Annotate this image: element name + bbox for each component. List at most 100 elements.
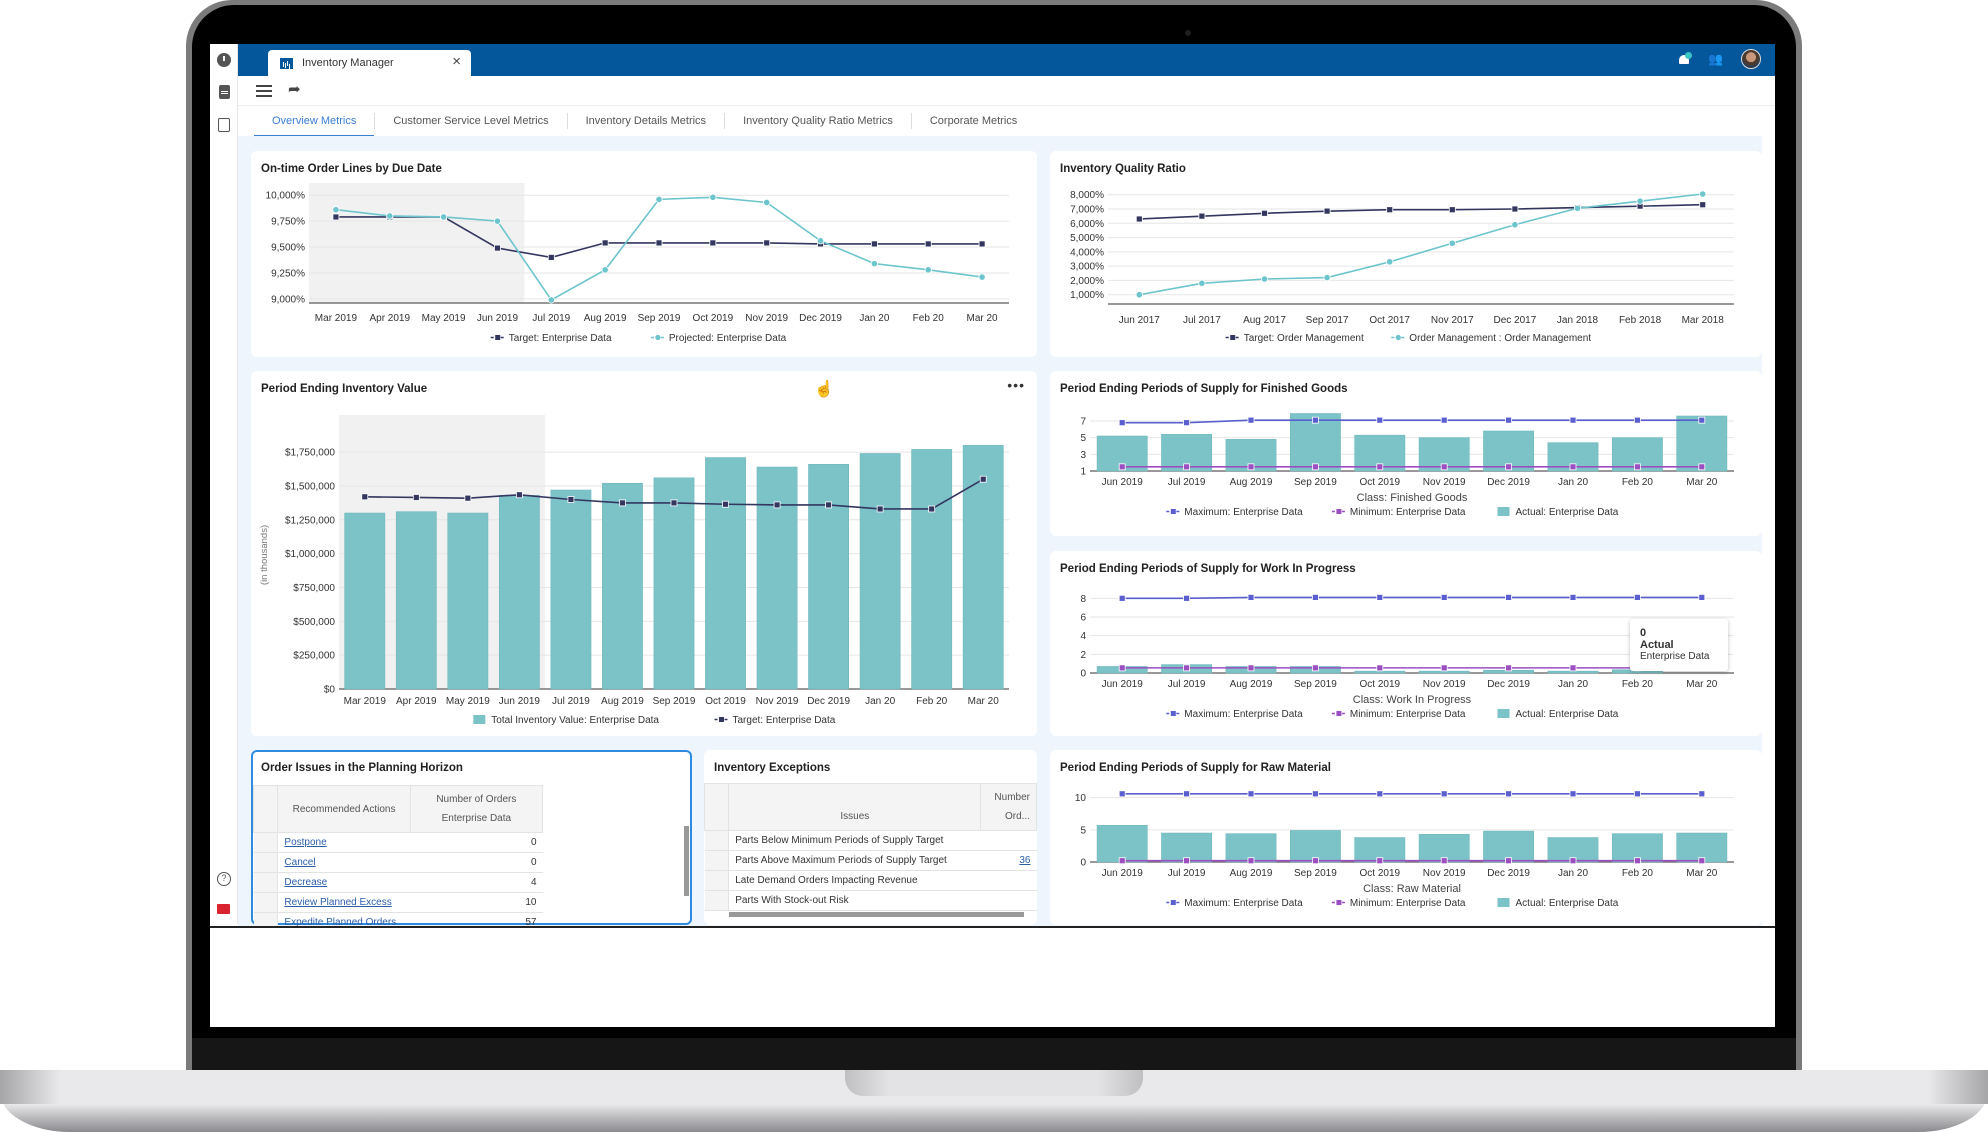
- data-point: [547, 254, 555, 261]
- x-tick-label: Aug 2017: [1243, 315, 1286, 326]
- data-point: [1247, 463, 1255, 471]
- row-header[interactable]: [253, 832, 279, 853]
- x-tick-label: Dec 2019: [1487, 477, 1530, 488]
- column-header[interactable]: Issues: [728, 783, 982, 831]
- row-header[interactable]: [704, 830, 730, 851]
- issue-cell: Parts Below Minimum Periods of Supply Ta…: [728, 830, 981, 851]
- notification-bell-icon[interactable]: [1678, 51, 1693, 66]
- data-point: [1440, 664, 1448, 672]
- count-cell: [980, 830, 1037, 851]
- row-header[interactable]: [704, 850, 730, 871]
- column-header[interactable]: Recommended Actions: [277, 785, 411, 833]
- ontime-chart: 9,000% 9,250% 9,500% 9,750% 10,000% Mar 2019 A…: [266, 183, 1009, 344]
- bar: [1547, 670, 1599, 674]
- table-header-row: Issues Number Ord...: [704, 783, 1037, 831]
- legend-label: Actual: Enterprise Data: [1516, 898, 1619, 909]
- x-tick-label: Dec 2017: [1493, 315, 1536, 326]
- legend: Target: Enterprise Data Projected: Enterp…: [490, 333, 787, 344]
- clipboard-icon[interactable]: [218, 118, 230, 132]
- legend-marker: [1395, 334, 1401, 341]
- legend-label: Target: Enterprise Data: [509, 333, 612, 344]
- tab-corporate-metrics[interactable]: Corporate Metrics: [912, 113, 1035, 129]
- x-tick-label: Nov 2019: [745, 313, 788, 324]
- y-axis-label: (in thousands): [259, 525, 270, 585]
- x-tick-label: Jun 2019: [1102, 868, 1144, 879]
- tab-customer-service-level-metrics[interactable]: Customer Service Level Metrics: [375, 113, 568, 129]
- y-tick-label: 10,000%: [266, 191, 306, 202]
- bar: [808, 464, 850, 690]
- x-tick-label: Sep 2019: [638, 313, 681, 324]
- data-point: [825, 501, 833, 509]
- count-link[interactable]: 36: [1019, 855, 1030, 866]
- y-tick-label: 0: [1080, 669, 1086, 680]
- x-tick-label: Jan 2018: [1557, 315, 1599, 326]
- x-tick-label: Oct 2019: [1360, 477, 1401, 488]
- data-point: [1183, 664, 1191, 672]
- data-point: [1247, 594, 1255, 601]
- data-point: [412, 494, 420, 501]
- vertical-scrollbar[interactable]: [684, 826, 689, 896]
- x-tick-label: Mar 20: [968, 696, 1000, 707]
- people-icon[interactable]: 👥: [1708, 52, 1723, 66]
- y-tick-label: $0: [324, 685, 336, 696]
- data-point: [1440, 463, 1448, 471]
- data-point: [655, 195, 663, 203]
- x-tick-label: Jul 2019: [1168, 477, 1206, 488]
- bar: [395, 511, 437, 690]
- data-point: [1569, 790, 1577, 798]
- clock-icon[interactable]: [217, 53, 231, 67]
- data-point: [1699, 190, 1707, 198]
- user-avatar[interactable]: [1741, 49, 1761, 69]
- legend-label: Maximum: Enterprise Data: [1184, 709, 1303, 720]
- table-row: Review Planned Excess 10: [253, 892, 543, 913]
- sidebar: ?: [210, 44, 238, 924]
- x-tick-label: Nov 2017: [1431, 315, 1474, 326]
- y-tick-label: 5: [1080, 433, 1086, 444]
- row-header[interactable]: [704, 870, 730, 891]
- data-point: [870, 260, 878, 268]
- legend-swatch: [1497, 898, 1510, 907]
- tooltip-series: Actual: [1640, 639, 1674, 651]
- data-point: [870, 240, 878, 248]
- tab-inventory-details-metrics[interactable]: Inventory Details Metrics: [568, 113, 726, 129]
- data-point: [1260, 275, 1269, 283]
- legend: Maximum: Enterprise Data Minimum: Enterpr…: [1166, 709, 1619, 720]
- data-point: [978, 240, 986, 248]
- table-header-row: Recommended Actions Number of Orders Ent…: [252, 785, 544, 833]
- row-header[interactable]: [253, 852, 279, 873]
- action-link[interactable]: Decrease: [284, 877, 327, 888]
- action-link[interactable]: Cancel: [284, 857, 315, 868]
- filter-sliders-icon[interactable]: [256, 84, 272, 97]
- data-point: [1376, 857, 1384, 865]
- x-tick-label: Nov 2019: [1423, 679, 1466, 690]
- row-header[interactable]: [253, 892, 279, 913]
- app-tab[interactable]: Inventory Manager ×: [268, 50, 471, 76]
- data-point: [924, 240, 932, 248]
- legend-marker: [1336, 900, 1342, 905]
- row-header[interactable]: [253, 872, 279, 893]
- row-header[interactable]: [704, 890, 730, 911]
- close-icon[interactable]: ×: [452, 53, 461, 70]
- column-header[interactable]: Number Ord...: [980, 783, 1037, 831]
- data-point: [1569, 594, 1577, 601]
- data-point: [1448, 239, 1456, 247]
- action-link[interactable]: Review Planned Excess: [284, 897, 391, 908]
- legend-swatch: [1497, 507, 1510, 516]
- action-link[interactable]: Postpone: [284, 837, 326, 848]
- legend-marker: [1336, 509, 1342, 514]
- x-tick-label: Oct 2019: [705, 696, 746, 707]
- document-icon[interactable]: [219, 85, 230, 99]
- share-icon[interactable]: ➦: [288, 80, 301, 98]
- help-icon[interactable]: ?: [217, 872, 231, 886]
- tab-inventory-quality-ratio-metrics[interactable]: Inventory Quality Ratio Metrics: [725, 113, 912, 129]
- tab-overview-metrics[interactable]: Overview Metrics: [254, 113, 376, 137]
- bar: [653, 477, 695, 690]
- column-header[interactable]: Number of Orders Enterprise Data: [409, 785, 544, 833]
- data-point: [1440, 790, 1448, 798]
- x-tick-label: Jul 2019: [532, 313, 570, 324]
- legend-label: Actual: Enterprise Data: [1516, 709, 1619, 720]
- x-tick-label: Jan 20: [1558, 477, 1588, 488]
- data-point: [1376, 594, 1384, 601]
- wip-panel: Period Ending Periods of Supply for Work…: [1050, 551, 1762, 736]
- horizontal-scrollbar[interactable]: [729, 912, 1024, 917]
